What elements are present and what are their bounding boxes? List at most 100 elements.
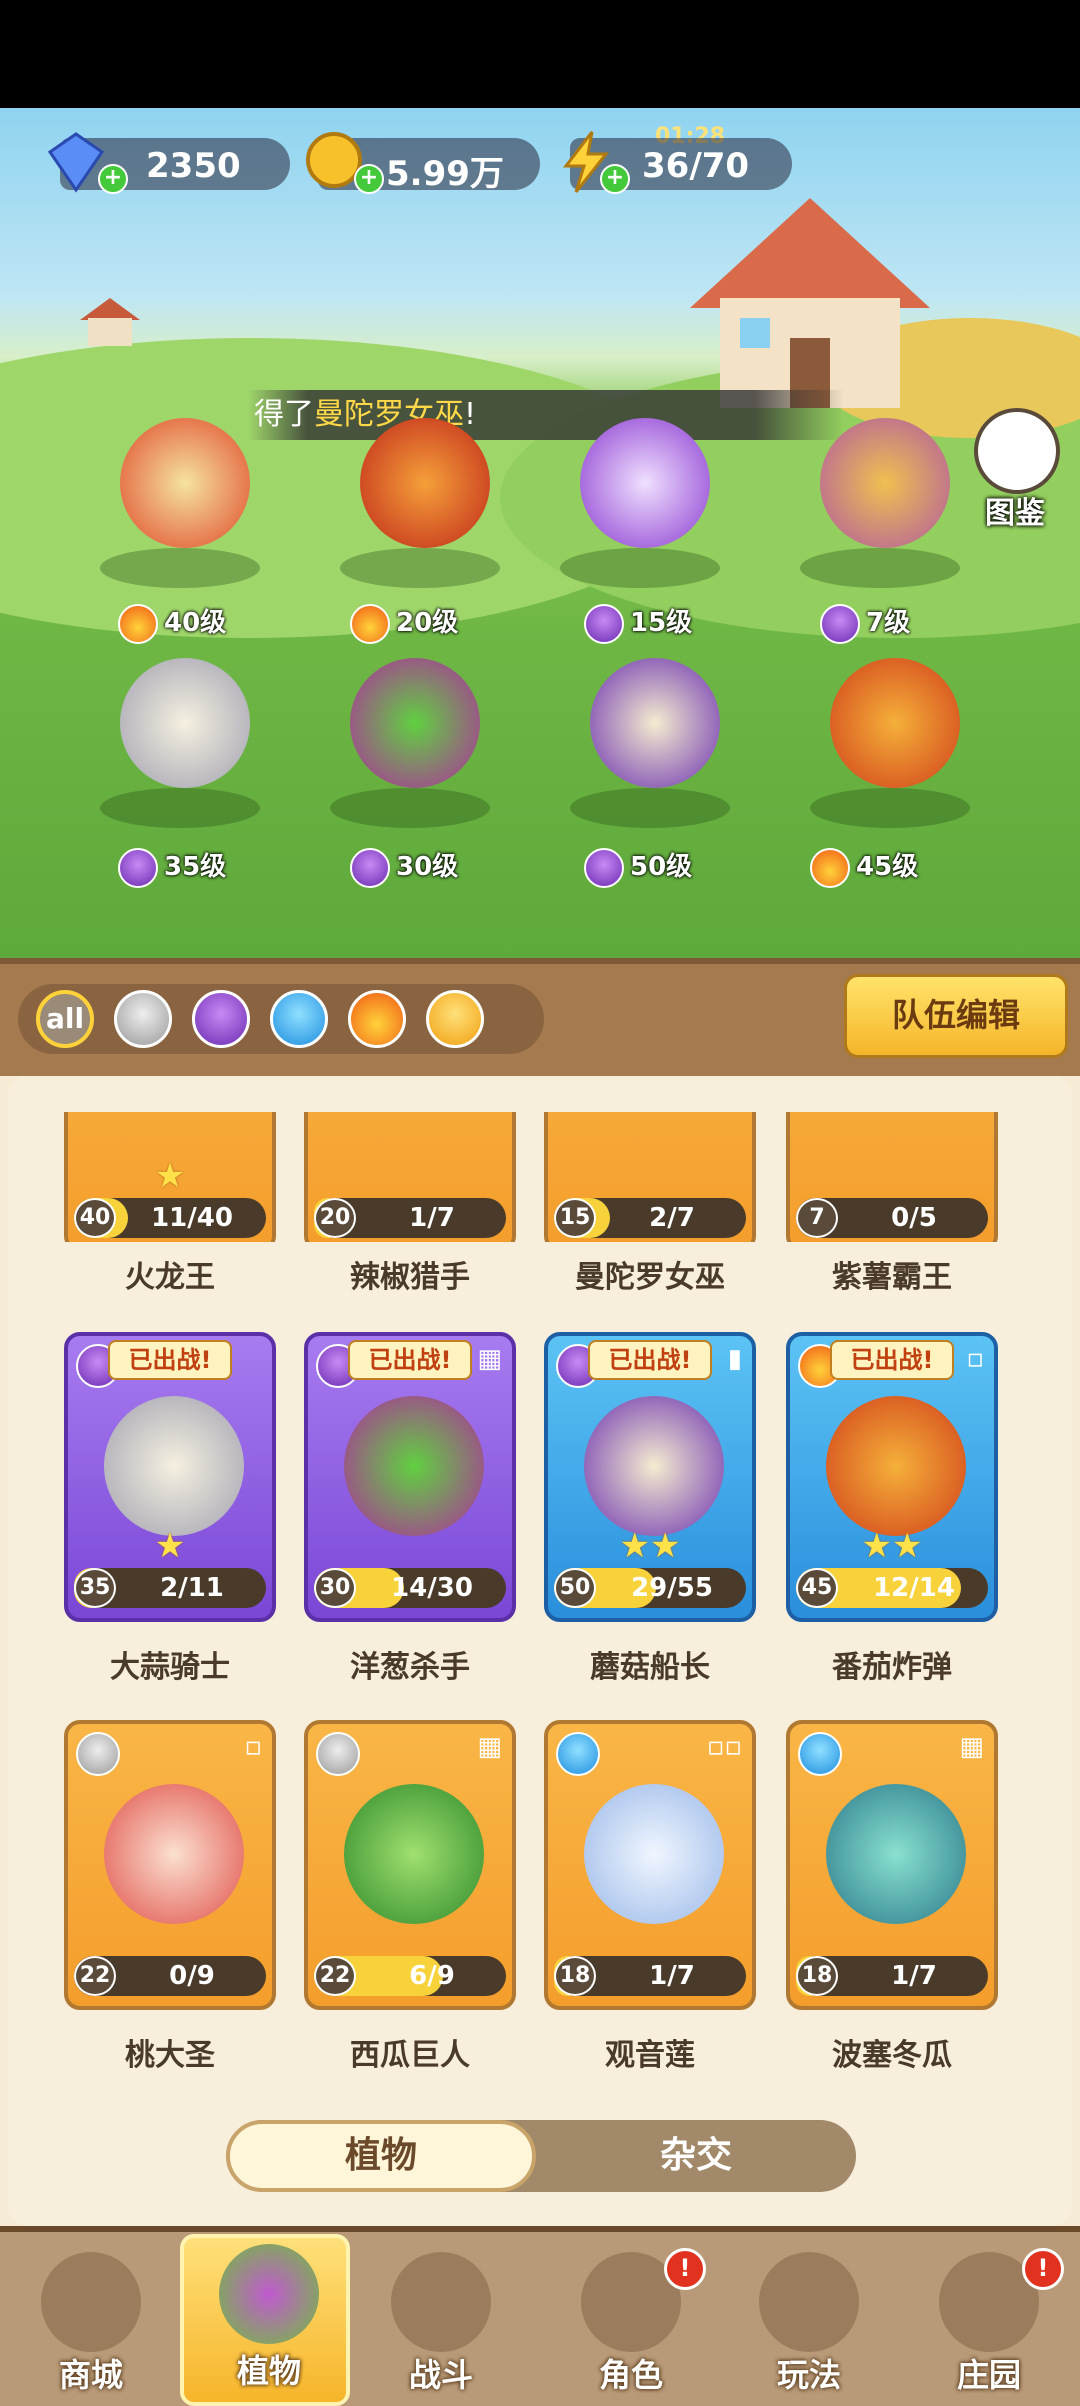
plant-card[interactable]: ▦ 22 6/9 (304, 1720, 516, 2010)
onion-killer-art (344, 1396, 484, 1536)
grid-icon: ▫ (966, 1344, 984, 1374)
team-plant[interactable] (80, 648, 280, 828)
star-rating: ★★ (861, 1526, 923, 1566)
energy-counter[interactable]: + 36/70 (562, 131, 792, 194)
plant-card[interactable]: 已出战! ▦ 30 14/30 (304, 1332, 516, 1622)
status-bar (0, 0, 1080, 108)
plant-shadow (330, 788, 490, 828)
card-level: 40 (74, 1198, 116, 1238)
plants-icon (219, 2244, 319, 2344)
plant-card[interactable]: ★ 40 11/40 (64, 1112, 276, 1242)
grid-icon: ▦ (477, 1732, 502, 1762)
card-name: 波塞冬瓜 (832, 2038, 952, 2073)
plant-card[interactable]: 7 0/5 (786, 1112, 998, 1242)
grid-icon: ▫▫ (706, 1732, 742, 1762)
nav-manor[interactable]: ! 庄园 (904, 2246, 1074, 2406)
team-plant[interactable] (550, 648, 750, 828)
team-plant[interactable] (790, 648, 990, 828)
water-icon[interactable] (270, 990, 328, 1048)
garlic-knight-art (104, 1396, 244, 1536)
gems-counter[interactable]: + 2350 (47, 132, 290, 194)
card-level: 22 (74, 1956, 116, 1996)
fire-icon (350, 603, 390, 644)
star-rating: ★ (154, 1156, 186, 1196)
star-rating: ★★ (619, 1526, 681, 1566)
plant-card[interactable]: 15 2/7 (544, 1112, 756, 1242)
plant-card[interactable]: ▫ 22 0/9 (64, 1720, 276, 2010)
fire-dragon-king-art (120, 418, 250, 548)
garlic-knight-art (120, 658, 250, 788)
nav-plants[interactable]: 植物 (180, 2234, 350, 2406)
team-plant-level: 30级 (350, 846, 459, 888)
nav-battle[interactable]: 战斗 (356, 2246, 526, 2406)
small-house (80, 298, 140, 346)
team-plant[interactable] (320, 408, 520, 588)
card-level: 18 (796, 1956, 838, 1996)
card-name: 辣椒猎手 (350, 1260, 470, 1295)
add-energy-icon[interactable]: + (600, 164, 630, 194)
onion-killer-art (350, 658, 480, 788)
tab-hybrid[interactable]: 杂交 (536, 2120, 856, 2192)
team-plant[interactable] (80, 408, 280, 588)
dark-icon (584, 847, 624, 888)
bottom-nav: 商城 植物 战斗 ! 角色 玩法 ! 庄园 (0, 2226, 1080, 2406)
plant-card[interactable]: 已出战! ★ 35 2/11 (64, 1332, 276, 1622)
progress-bar: 40 11/40 (74, 1198, 266, 1238)
nav-shop[interactable]: 商城 (6, 2246, 176, 2406)
alert-icon: ! (1022, 2248, 1064, 2290)
filter-all-button[interactable]: all (36, 990, 94, 1048)
team-plant-level: 40级 (118, 602, 226, 644)
plant-card[interactable]: 已出战! ▮ ★★ 50 29/55 (544, 1332, 756, 1622)
deployed-badge: 已出战! (588, 1340, 712, 1380)
tomato-bomb-art (826, 1396, 966, 1536)
dark-icon[interactable] (192, 990, 250, 1048)
tomato-bomb-art (830, 658, 960, 788)
chili-hunter-art (360, 418, 490, 548)
sword-icon[interactable] (114, 990, 172, 1048)
dark-icon (820, 603, 860, 644)
card-progress: 1/7 (891, 1961, 937, 1991)
plant-card[interactable]: ▦ 18 1/7 (786, 1720, 998, 2010)
mushroom-captain-art (590, 658, 720, 788)
fire-icon[interactable] (348, 990, 406, 1048)
progress-bar: 30 14/30 (314, 1568, 506, 1608)
gems-value: 2350 (146, 146, 241, 186)
progress-bar: 20 1/7 (314, 1198, 506, 1238)
card-name: 观音莲 (605, 2038, 695, 2073)
watermelon-giant-art (344, 1784, 484, 1924)
nav-play[interactable]: 玩法 (724, 2246, 894, 2406)
lightning-icon[interactable] (426, 990, 484, 1048)
card-progress: 29/55 (631, 1573, 713, 1603)
team-edit-button[interactable]: 队伍编辑 (844, 974, 1068, 1058)
card-name: 曼陀罗女巫 (575, 1260, 725, 1295)
plant-card[interactable]: 已出战! ▫ ★★ 45 12/14 (786, 1332, 998, 1622)
element-filter: all (18, 984, 544, 1054)
codex-button[interactable]: 图鉴 (972, 408, 1060, 531)
tab-plants[interactable]: 植物 (226, 2120, 536, 2192)
progress-bar: 50 29/55 (554, 1568, 746, 1608)
nav-character[interactable]: ! 角色 (546, 2246, 716, 2406)
card-progress: 2/7 (649, 1203, 695, 1233)
team-plant[interactable] (540, 408, 740, 588)
nav-label: 战斗 (408, 2356, 473, 2394)
level-text: 20级 (396, 608, 459, 638)
deployed-badge: 已出战! (348, 1340, 472, 1380)
card-progress: 0/9 (169, 1961, 215, 1991)
water-icon (556, 1732, 600, 1776)
card-name: 火龙王 (125, 1260, 215, 1295)
dark-icon (118, 847, 158, 888)
card-progress: 0/5 (891, 1203, 937, 1233)
card-name: 大蒜骑士 (110, 1650, 230, 1685)
team-plant[interactable] (780, 408, 980, 588)
card-name: 西瓜巨人 (350, 2038, 470, 2073)
card-level: 15 (554, 1198, 596, 1238)
energy-value: 36/70 (642, 146, 750, 186)
team-plant[interactable] (310, 648, 510, 828)
coins-counter[interactable]: + 5.99万 (306, 132, 540, 194)
plant-card[interactable]: ▫▫ 18 1/7 (544, 1720, 756, 2010)
add-coins-icon[interactable]: + (354, 164, 384, 194)
level-text: 30级 (396, 852, 459, 882)
plant-card[interactable]: 20 1/7 (304, 1112, 516, 1242)
card-level: 45 (796, 1568, 838, 1608)
add-gems-icon[interactable]: + (98, 164, 128, 194)
